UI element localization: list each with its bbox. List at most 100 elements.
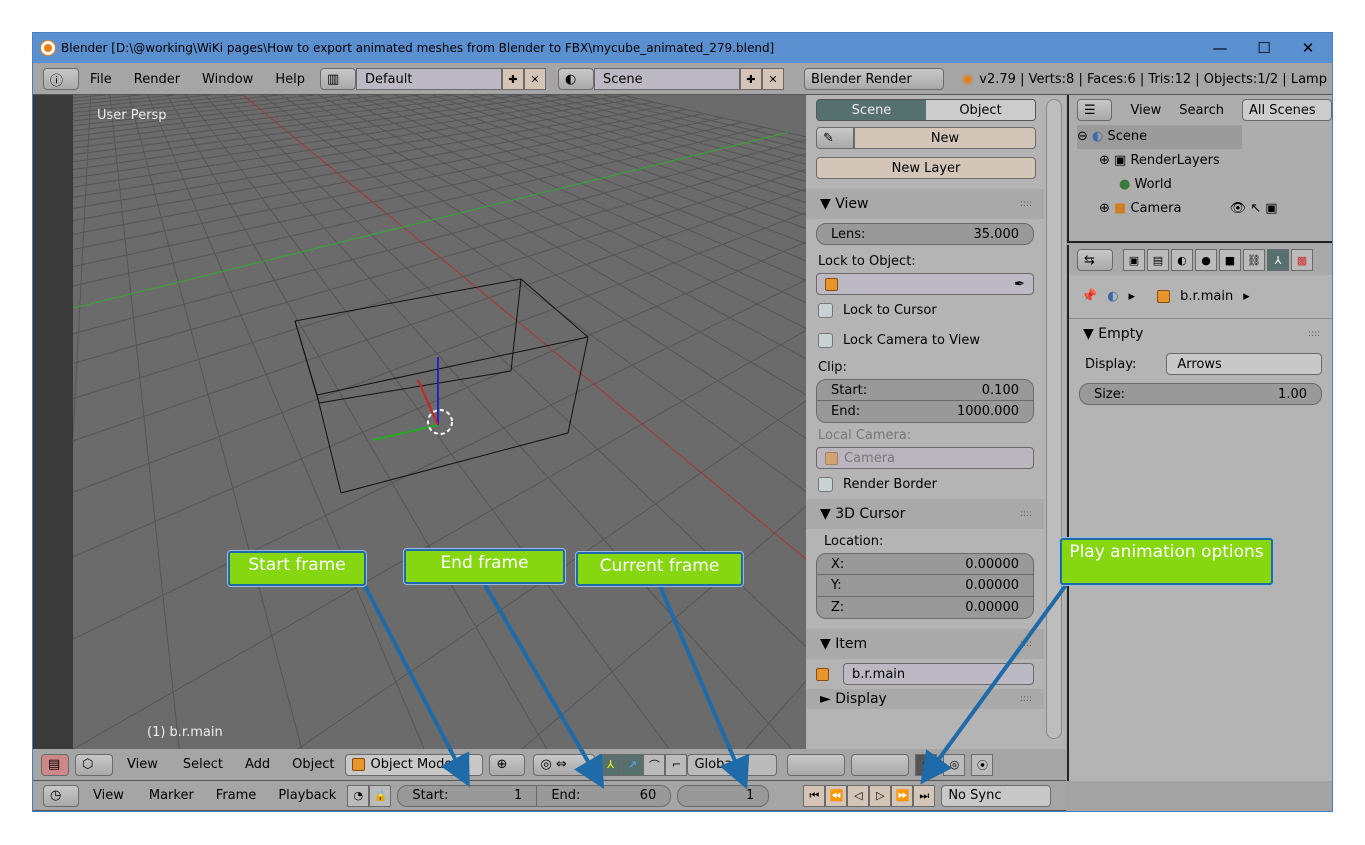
menu-file[interactable]: File (79, 72, 123, 87)
tab-object[interactable]: Object (926, 100, 1035, 120)
outliner-item-renderlayers[interactable]: ⊕ ▣ RenderLayers (1077, 149, 1332, 173)
render-engine-select[interactable]: Blender Render (803, 68, 944, 90)
timeline-menu-frame[interactable]: Frame (205, 788, 268, 803)
shading-select[interactable]: ⊕ (489, 753, 526, 776)
preview-range-icon[interactable]: ◔ (347, 784, 370, 807)
lock-object-field[interactable]: ✒ (816, 273, 1034, 295)
outliner-menu-view[interactable]: View (1130, 103, 1161, 118)
outliner-menu-search[interactable]: Search (1179, 103, 1224, 118)
play-reverse-button[interactable]: ◁ (847, 784, 870, 807)
view-section-header[interactable]: ▼ View:::: (806, 189, 1044, 219)
play-button[interactable]: ▷ (869, 784, 892, 807)
display-select[interactable]: Arrows (1166, 353, 1322, 375)
menu-view[interactable]: View (113, 757, 172, 772)
layout-field[interactable]: Default (355, 68, 502, 90)
local-camera-field[interactable]: Camera (816, 447, 1034, 469)
item-section-header[interactable]: ▼ Item:::: (806, 629, 1044, 659)
3d-viewport[interactable]: User Persp (1) b.r.main (33, 95, 806, 749)
sync-select[interactable]: No Sync (941, 784, 1052, 807)
menu-select[interactable]: Select (172, 757, 234, 772)
menu-help[interactable]: Help (264, 72, 316, 87)
item-name-field[interactable]: b.r.main (843, 663, 1034, 685)
cursor-x-field[interactable]: X: 0.00000 (816, 553, 1034, 575)
outliner-item-world[interactable]: ● World (1077, 173, 1332, 197)
sidebar-scrollbar[interactable] (1046, 99, 1062, 739)
new-layer-button[interactable]: New Layer (816, 157, 1036, 179)
info-editor-icon[interactable]: ⓘ (43, 68, 79, 90)
editor-type-icon[interactable]: ▤ (41, 753, 69, 776)
lock-camera-checkbox[interactable]: Lock Camera to View (806, 325, 1044, 355)
size-field[interactable]: Size: 1.00 (1079, 383, 1322, 405)
jump-start-button[interactable]: ⏮ (803, 784, 826, 807)
menu-render[interactable]: Render (123, 72, 191, 87)
orientation-select[interactable]: Global (687, 753, 778, 776)
object-tab-icon[interactable]: ■ (1219, 249, 1241, 271)
outliner-editor-icon[interactable]: ☰ (1077, 99, 1113, 121)
grease-pencil-icon[interactable]: ✎ (816, 127, 854, 149)
end-frame-field[interactable]: End: 60 (537, 784, 672, 807)
outliner-item-scene[interactable]: ⊖ ◐ Scene (1077, 125, 1242, 149)
render-layers-tab-icon[interactable]: ▤ (1147, 249, 1169, 271)
jump-keyframe-forward-button[interactable]: ⏩ (891, 784, 914, 807)
tool-shelf[interactable] (33, 95, 73, 749)
clip-end-field[interactable]: End: 1000.000 (816, 401, 1034, 423)
outliner-item-camera[interactable]: ⊕ ■ Camera 👁 ↖ ▣ (1077, 197, 1332, 221)
timeline-editor-icon[interactable]: ◷ (43, 784, 79, 807)
remove-layout-button[interactable]: ✕ (523, 68, 546, 90)
timeline-menu-marker[interactable]: Marker (138, 788, 205, 803)
jump-keyframe-back-button[interactable]: ⏪ (825, 784, 848, 807)
layers-grid-1[interactable] (787, 753, 846, 776)
add-scene-button[interactable]: ✚ (739, 68, 762, 90)
render-border-checkbox[interactable]: Render Border (806, 469, 1044, 499)
lens-field[interactable]: Lens: 35.000 (816, 223, 1034, 245)
viewport-shading-icon[interactable]: ⬡ (75, 753, 113, 776)
snap-icon[interactable]: ⦿ (971, 753, 994, 776)
pin-icon: 📌 (1081, 289, 1098, 304)
tab-scene[interactable]: Scene (817, 100, 926, 120)
display-section-header[interactable]: ► Display:::: (806, 689, 1044, 709)
menu-object[interactable]: Object (281, 757, 345, 772)
menu-add[interactable]: Add (234, 757, 281, 772)
timeline-menu-view[interactable]: View (79, 788, 138, 803)
current-frame-field[interactable]: 1 (677, 784, 770, 807)
clip-start-field[interactable]: Start: 0.100 (816, 379, 1034, 401)
layers-grid-2[interactable] (851, 753, 910, 776)
jump-end-button[interactable]: ⏭ (913, 784, 936, 807)
remove-scene-button[interactable]: ✕ (761, 68, 784, 90)
menu-window[interactable]: Window (191, 72, 264, 87)
new-button[interactable]: New (854, 127, 1036, 149)
new-label: New (930, 130, 960, 146)
proportional-edit-icon[interactable]: ◎ (943, 753, 966, 776)
data-tab-icon[interactable]: ⅄ (1267, 249, 1289, 271)
texture-tab-icon[interactable]: ▩ (1291, 249, 1313, 271)
close-button[interactable]: ✕ (1285, 33, 1331, 63)
maximize-button[interactable]: ☐ (1241, 33, 1287, 63)
scene-field[interactable]: Scene (593, 68, 740, 90)
blender-logo-icon (41, 41, 55, 55)
empty-section-header[interactable]: ▼ Empty:::: (1069, 319, 1332, 349)
lock-layers-icon[interactable]: ⚲ (915, 753, 938, 776)
lock-cursor-checkbox[interactable]: Lock to Cursor (806, 295, 1044, 325)
cursor-z-field[interactable]: Z: 0.00000 (816, 597, 1034, 619)
rotate-icon[interactable]: ⌒ (643, 753, 666, 776)
screen-layout-icon[interactable]: ▥ (319, 68, 356, 90)
render-tab-icon[interactable]: ▣ (1123, 249, 1145, 271)
properties-editor-icon[interactable]: ⇆ (1077, 249, 1113, 271)
translate-icon[interactable]: ↗ (621, 753, 644, 776)
display-mode-select[interactable]: All Scenes (1241, 99, 1332, 121)
world-tab-icon[interactable]: ● (1195, 249, 1217, 271)
pivot-select[interactable]: ◎ ⇔ (533, 753, 596, 776)
3d-cursor-section-header[interactable]: ▼ 3D Cursor:::: (806, 499, 1044, 529)
scene-icon[interactable]: ◐ (557, 68, 594, 90)
manipulator-icon[interactable]: ⅄ (599, 753, 622, 776)
cursor-y-field[interactable]: Y: 0.00000 (816, 575, 1034, 597)
lock-icon[interactable]: 🔒 (369, 784, 392, 807)
mode-select[interactable]: Object Mode (345, 753, 484, 776)
start-frame-field[interactable]: Start: 1 (397, 784, 538, 807)
timeline-menu-playback[interactable]: Playback (267, 788, 347, 803)
minimize-button[interactable]: — (1197, 33, 1243, 63)
scale-icon[interactable]: ⌐ (665, 753, 688, 776)
add-layout-button[interactable]: ✚ (501, 68, 524, 90)
scene-tab-icon[interactable]: ◐ (1171, 249, 1193, 271)
constraints-tab-icon[interactable]: ⛓ (1243, 249, 1265, 271)
